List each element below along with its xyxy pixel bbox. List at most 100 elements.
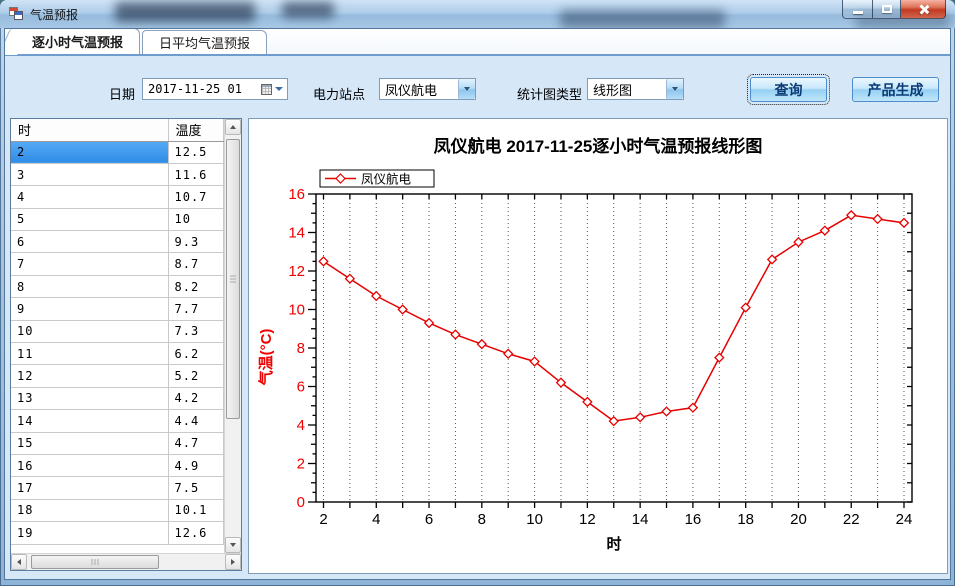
svg-text:6: 6 (425, 511, 433, 528)
chart-type-select[interactable]: 线形图 (587, 78, 684, 100)
minimize-icon (853, 11, 863, 14)
hour-cell[interactable]: 3 (11, 163, 168, 185)
hour-cell[interactable]: 7 (11, 253, 168, 275)
chevron-down-icon (672, 87, 678, 91)
chart-panel: 凤仪航电 2017-11-25逐小时气温预报线形图024681012141624… (248, 118, 948, 574)
hour-cell[interactable]: 16 (11, 454, 168, 476)
svg-text:20: 20 (790, 511, 807, 528)
svg-text:2: 2 (319, 511, 327, 528)
temperature-cell[interactable]: 7.7 (168, 298, 223, 320)
table-row: 144.4 (11, 410, 223, 432)
column-header[interactable]: 时 (11, 119, 168, 141)
horizontal-scroll-thumb[interactable] (31, 555, 159, 569)
date-label: 日期 (109, 84, 135, 103)
scroll-right-button[interactable] (225, 554, 241, 570)
temperature-cell[interactable]: 12.6 (168, 522, 223, 544)
svg-text:18: 18 (737, 511, 754, 528)
glass-blob (282, 2, 334, 18)
station-dropdown-button[interactable] (458, 79, 475, 99)
hour-cell[interactable]: 8 (11, 275, 168, 297)
temperature-cell[interactable]: 4.7 (168, 432, 223, 454)
glass-blob (560, 10, 725, 28)
svg-text:6: 6 (297, 379, 305, 396)
client-area: 逐小时气温预报 日平均气温预报 日期 2017-11-25 01 电力站点 凤仪… (4, 28, 951, 580)
temperature-cell[interactable]: 6.2 (168, 343, 223, 365)
titlebar[interactable]: 气温预报 (0, 0, 955, 28)
station-value: 凤仪航电 (380, 80, 437, 99)
svg-text:10: 10 (526, 511, 543, 528)
tab-label: 日平均气温预报 (159, 33, 250, 52)
arrow-down-icon (230, 543, 236, 547)
table-row: 125.2 (11, 365, 223, 387)
date-picker[interactable]: 2017-11-25 01 (142, 78, 288, 100)
hour-cell[interactable]: 9 (11, 298, 168, 320)
arrow-up-icon (230, 125, 236, 129)
temperature-cell[interactable]: 12.5 (168, 141, 223, 163)
temperature-cell[interactable]: 4.9 (168, 454, 223, 476)
hour-cell[interactable]: 4 (11, 186, 168, 208)
scroll-up-button[interactable] (225, 119, 241, 135)
app-icon (9, 7, 24, 21)
hour-cell[interactable]: 5 (11, 208, 168, 230)
minimize-button[interactable] (842, 0, 872, 19)
hourly-temperature-table: 时温度 212.5311.6410.751069.378.788.297.710… (10, 118, 242, 571)
temperature-cell[interactable]: 7.5 (168, 477, 223, 499)
svg-text:凤仪航电 2017-11-25逐小时气温预报线形图: 凤仪航电 2017-11-25逐小时气温预报线形图 (434, 136, 763, 156)
hour-cell[interactable]: 19 (11, 522, 168, 544)
temperature-cell[interactable]: 4.4 (168, 410, 223, 432)
close-button[interactable] (901, 0, 946, 19)
hour-cell[interactable]: 13 (11, 387, 168, 409)
temperature-cell[interactable]: 11.6 (168, 163, 223, 185)
temperature-cell[interactable]: 8.7 (168, 253, 223, 275)
tab-hourly-forecast[interactable]: 逐小时气温预报 (15, 28, 140, 54)
horizontal-scrollbar[interactable] (11, 553, 241, 570)
temperature-cell[interactable]: 7.3 (168, 320, 223, 342)
generate-product-button[interactable]: 产品生成 (852, 77, 939, 102)
query-button[interactable]: 查询 (750, 77, 827, 102)
svg-text:24: 24 (896, 511, 913, 528)
svg-text:4: 4 (297, 417, 305, 434)
table-row: 212.5 (11, 141, 223, 163)
hour-cell[interactable]: 11 (11, 343, 168, 365)
table-row: 1912.6 (11, 522, 223, 544)
svg-text:8: 8 (478, 511, 486, 528)
svg-text:气温(°C): 气温(°C) (257, 329, 275, 387)
hour-cell[interactable]: 17 (11, 477, 168, 499)
vertical-scrollbar[interactable] (224, 119, 241, 553)
table-row: 88.2 (11, 275, 223, 297)
maximize-button[interactable] (872, 0, 901, 19)
hour-cell[interactable]: 18 (11, 499, 168, 521)
temperature-cell[interactable]: 5.2 (168, 365, 223, 387)
arrow-right-icon (231, 559, 235, 565)
hour-cell[interactable]: 10 (11, 320, 168, 342)
svg-text:22: 22 (843, 511, 860, 528)
temperature-cell[interactable]: 10 (168, 208, 223, 230)
arrow-left-icon (17, 559, 21, 565)
chart-type-label: 统计图类型 (517, 84, 582, 103)
close-icon (918, 4, 929, 15)
calendar-dropdown-button[interactable] (257, 79, 287, 99)
hour-cell[interactable]: 12 (11, 365, 168, 387)
hour-cell[interactable]: 2 (11, 141, 168, 163)
hour-cell[interactable]: 14 (11, 410, 168, 432)
temperature-cell[interactable]: 4.2 (168, 387, 223, 409)
svg-text:14: 14 (288, 225, 305, 242)
temperature-cell[interactable]: 10.7 (168, 186, 223, 208)
svg-text:8: 8 (297, 340, 305, 357)
hour-cell[interactable]: 15 (11, 432, 168, 454)
temperature-cell[interactable]: 9.3 (168, 231, 223, 253)
scroll-down-button[interactable] (225, 537, 241, 553)
svg-text:时: 时 (606, 536, 621, 553)
content-panel: 日期 2017-11-25 01 电力站点 凤仪航电 统计图类型 线形图 查询 … (5, 56, 950, 579)
temperature-cell[interactable]: 10.1 (168, 499, 223, 521)
tab-daily-forecast[interactable]: 日平均气温预报 (142, 30, 267, 54)
station-select[interactable]: 凤仪航电 (379, 78, 476, 100)
column-header[interactable]: 温度 (168, 119, 223, 141)
thumb-grip (92, 559, 99, 565)
hour-cell[interactable]: 6 (11, 231, 168, 253)
vertical-scroll-thumb[interactable] (226, 139, 240, 419)
scroll-left-button[interactable] (11, 554, 27, 570)
chart-type-dropdown-button[interactable] (666, 79, 683, 99)
temperature-cell[interactable]: 8.2 (168, 275, 223, 297)
maximize-icon (882, 5, 892, 13)
